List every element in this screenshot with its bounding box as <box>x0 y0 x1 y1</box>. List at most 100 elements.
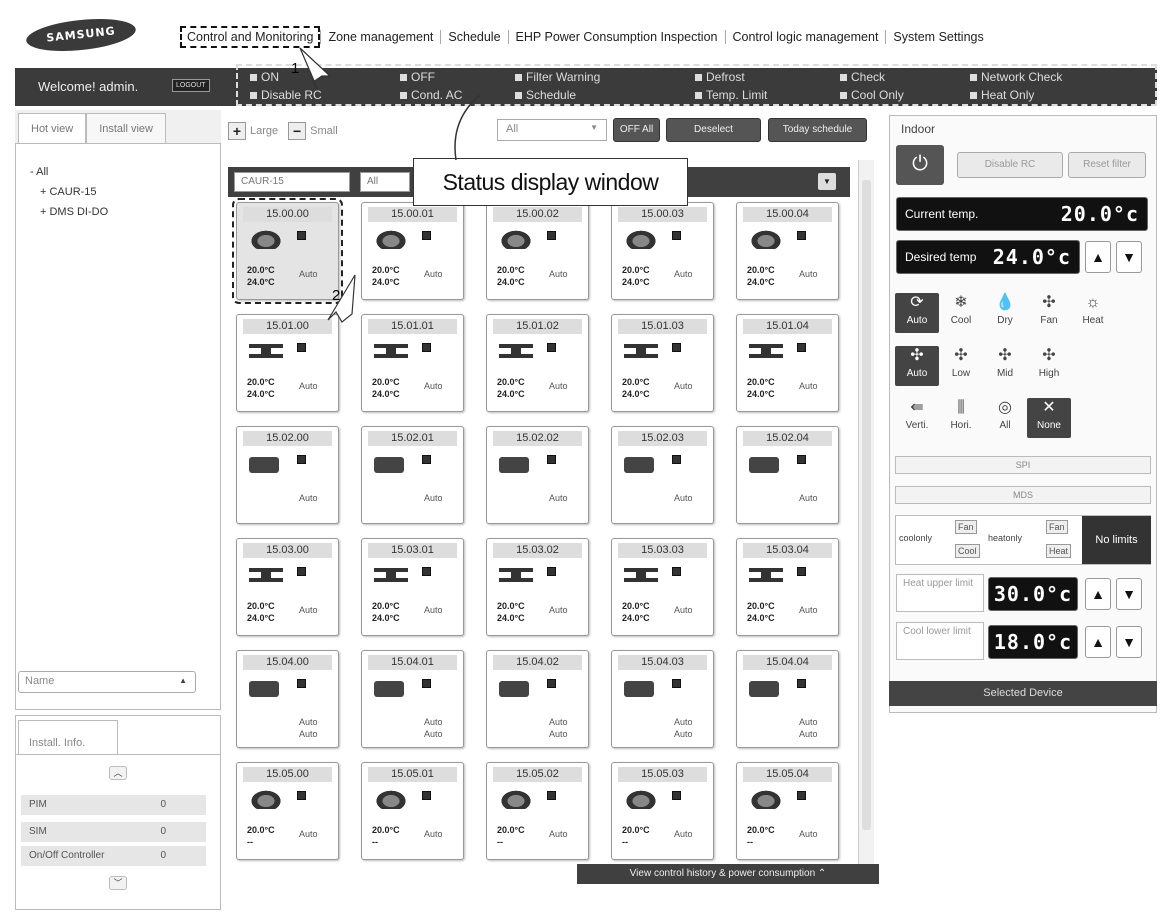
duct-unit-icon <box>249 341 283 361</box>
mode-auto[interactable]: ⟳ Auto <box>895 293 939 333</box>
swing-horizontal[interactable]: ⫼ Hori. <box>939 398 983 438</box>
device-card[interactable]: 15.03.02 20.0°C 24.0°C Auto <box>486 538 589 636</box>
device-card[interactable]: 15.00.03 20.0°C 24.0°C Auto <box>611 202 714 300</box>
scroll-thumb[interactable] <box>862 180 871 830</box>
nav-control-logic[interactable]: Control logic management <box>726 30 886 44</box>
device-id: 15.04.04 <box>743 655 832 670</box>
device-card[interactable]: 15.02.01 Auto <box>361 426 464 524</box>
device-card[interactable]: 15.04.04 Auto Auto <box>736 650 839 748</box>
device-card[interactable]: 15.05.04 20.0°C -- Auto <box>736 762 839 860</box>
nav-ehp-power[interactable]: EHP Power Consumption Inspection <box>509 30 725 44</box>
scroll-up-icon[interactable]: ︿ <box>109 766 127 780</box>
fan-low[interactable]: ✣ Low <box>939 346 983 386</box>
device-card[interactable]: 15.01.03 20.0°C 24.0°C Auto <box>611 314 714 412</box>
heatonly-heat-button[interactable]: Heat <box>1046 544 1072 558</box>
disable-rc-button[interactable]: Disable RC <box>957 152 1063 178</box>
swing-vertical[interactable]: ⇚ Verti. <box>895 398 939 438</box>
cool-lower-label: Cool lower limit <box>896 622 984 660</box>
desired-down-icon[interactable]: ▼ <box>1116 241 1142 273</box>
device-card[interactable]: 15.05.03 20.0°C -- Auto <box>611 762 714 860</box>
device-card[interactable]: 15.01.01 20.0°C 24.0°C Auto <box>361 314 464 412</box>
device-id: 15.02.01 <box>368 431 457 446</box>
swing-all[interactable]: ◎ All <box>983 398 1027 438</box>
device-card[interactable]: 15.00.01 20.0°C 24.0°C Auto <box>361 202 464 300</box>
device-card[interactable]: 15.05.02 20.0°C -- Auto <box>486 762 589 860</box>
no-limits-button[interactable]: No limits <box>1082 516 1151 564</box>
mode-heat[interactable]: ☼ Heat <box>1071 293 1115 333</box>
grid-scrollbar[interactable] <box>858 160 874 880</box>
reset-filter-button[interactable]: Reset filter <box>1068 152 1146 178</box>
group-select[interactable]: CAUR-15 <box>234 172 350 192</box>
today-schedule-button[interactable]: Today schedule <box>768 118 867 142</box>
device-card[interactable]: 15.03.04 20.0°C 24.0°C Auto <box>736 538 839 636</box>
off-all-button[interactable]: OFF All <box>613 118 660 142</box>
mds-button[interactable]: MDS <box>895 486 1151 504</box>
fan-mid[interactable]: ✣ Mid <box>983 346 1027 386</box>
device-card[interactable]: 15.01.02 20.0°C 24.0°C Auto <box>486 314 589 412</box>
desired-up-icon[interactable]: ▲ <box>1085 241 1111 273</box>
heat-upper-down-icon[interactable]: ▼ <box>1116 578 1142 610</box>
fan-high[interactable]: ✣ High <box>1027 346 1071 386</box>
heatonly-fan-button[interactable]: Fan <box>1046 520 1068 534</box>
nav-zone-management[interactable]: Zone management <box>321 30 440 44</box>
device-card[interactable]: 15.02.00 Auto <box>236 426 339 524</box>
device-card[interactable]: 15.01.04 20.0°C 24.0°C Auto <box>736 314 839 412</box>
mode-fan[interactable]: ✣ Fan <box>1027 293 1071 333</box>
device-card[interactable]: 15.02.04 Auto <box>736 426 839 524</box>
nav-system-settings[interactable]: System Settings <box>886 30 990 44</box>
swing-none[interactable]: ✕ None <box>1027 398 1071 438</box>
device-card[interactable]: 15.04.03 Auto Auto <box>611 650 714 748</box>
tab-install-info[interactable]: Install. Info. <box>18 720 118 754</box>
device-card[interactable]: 15.02.03 Auto <box>611 426 714 524</box>
large-plus-icon[interactable]: + <box>228 122 246 140</box>
nav-schedule[interactable]: Schedule <box>441 30 507 44</box>
status-square-icon <box>695 73 702 81</box>
coolonly-cool-button[interactable]: Cool <box>955 544 980 558</box>
mode-dry[interactable]: 💧 Dry <box>983 293 1027 333</box>
device-card[interactable]: 15.04.01 Auto Auto <box>361 650 464 748</box>
current-temp: 20.0°C <box>497 825 525 835</box>
name-select[interactable]: Name ▲ <box>18 671 196 693</box>
power-icon[interactable]: ⏻ <box>896 145 944 185</box>
device-card[interactable]: 15.02.02 Auto <box>486 426 589 524</box>
device-card[interactable]: 15.05.01 20.0°C -- Auto <box>361 762 464 860</box>
spi-button[interactable]: SPI <box>895 456 1151 474</box>
tree-item-dms[interactable]: + DMS DI-DO <box>30 202 108 222</box>
name-select-value: Name <box>25 675 55 687</box>
logout-button[interactable]: LOGOUT <box>172 79 210 92</box>
device-card[interactable]: 15.00.02 20.0°C 24.0°C Auto <box>486 202 589 300</box>
device-card[interactable]: 15.03.01 20.0°C 24.0°C Auto <box>361 538 464 636</box>
tab-hot-view[interactable]: Hot view <box>18 113 87 143</box>
cassette-unit-icon <box>374 229 408 249</box>
chevron-down-icon[interactable]: ▼ <box>818 173 836 190</box>
fan-auto[interactable]: ✣ Auto <box>895 346 939 386</box>
device-card[interactable]: 15.00.00 20.0°C 24.0°C Auto <box>232 198 343 304</box>
status-led-icon <box>672 567 681 576</box>
status-square-icon <box>400 91 407 99</box>
device-card[interactable]: 15.01.00 20.0°C 24.0°C Auto <box>236 314 339 412</box>
tree-item-all[interactable]: - All <box>30 162 108 182</box>
small-minus-icon[interactable]: − <box>288 122 307 140</box>
device-card[interactable]: 15.05.00 20.0°C -- Auto <box>236 762 339 860</box>
group-filter-select[interactable]: All <box>360 172 410 192</box>
scroll-down-icon[interactable]: ﹀ <box>109 876 127 890</box>
tree-item-caur15[interactable]: + CAUR-15 <box>30 182 108 202</box>
device-mode: Auto <box>799 269 818 279</box>
nav-control-monitoring[interactable]: Control and Monitoring <box>180 26 321 48</box>
device-card[interactable]: 15.00.04 20.0°C 24.0°C Auto <box>736 202 839 300</box>
cool-lower-down-icon[interactable]: ▼ <box>1116 626 1142 658</box>
device-mode: Auto <box>299 381 318 391</box>
heat-upper-up-icon[interactable]: ▲ <box>1085 578 1111 610</box>
device-card[interactable]: 15.03.03 20.0°C 24.0°C Auto <box>611 538 714 636</box>
mode-cool[interactable]: ❄ Cool <box>939 293 983 333</box>
tab-install-view[interactable]: Install view <box>86 113 166 143</box>
cool-lower-up-icon[interactable]: ▲ <box>1085 626 1111 658</box>
coolonly-fan-button[interactable]: Fan <box>955 520 977 534</box>
deselect-button[interactable]: Deselect <box>666 118 761 142</box>
device-card[interactable]: 15.04.02 Auto Auto <box>486 650 589 748</box>
status-label: Temp. Limit <box>706 88 768 102</box>
history-button[interactable]: View control history & power consumption… <box>577 864 879 884</box>
filter-select[interactable]: All ▼ <box>497 119 607 141</box>
device-card[interactable]: 15.04.00 Auto Auto <box>236 650 339 748</box>
device-card[interactable]: 15.03.00 20.0°C 24.0°C Auto <box>236 538 339 636</box>
